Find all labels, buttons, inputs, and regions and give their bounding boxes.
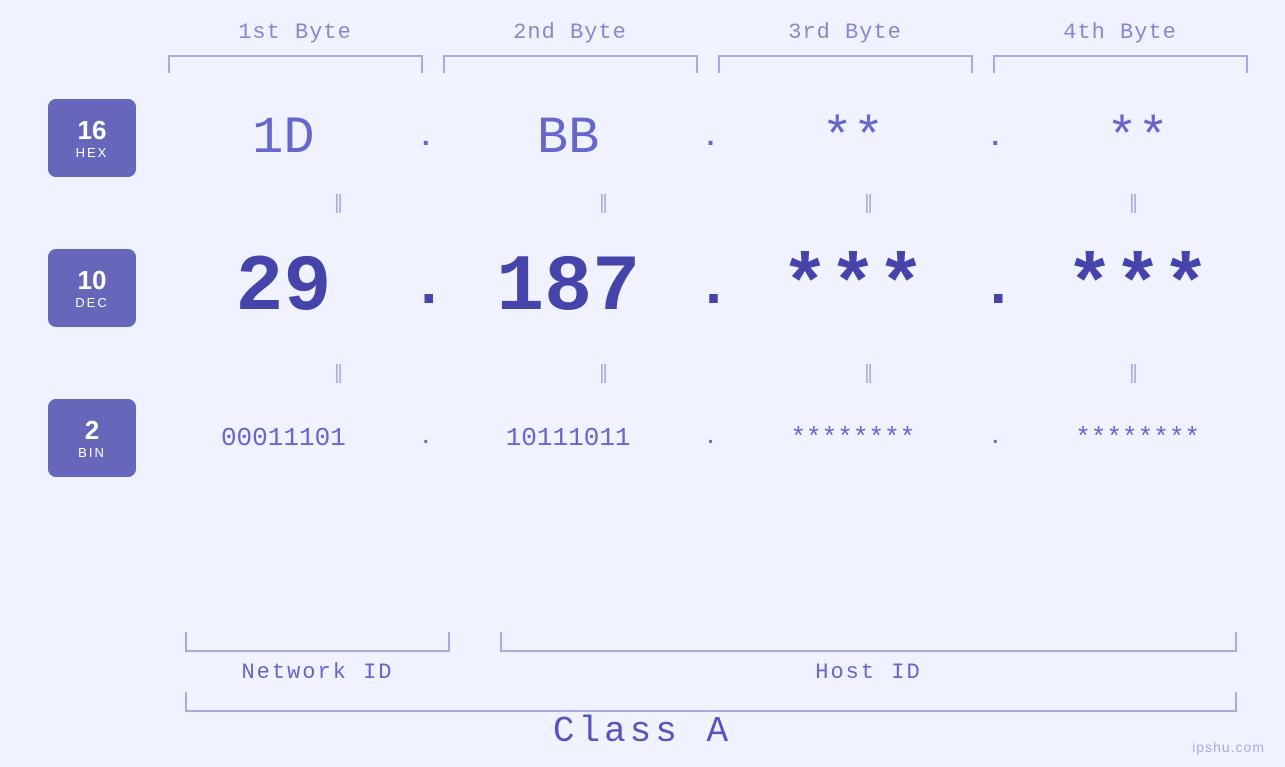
eq-sign: ||	[334, 192, 340, 215]
eq-1-2: ||	[470, 185, 735, 221]
top-bracket-row	[158, 55, 1258, 73]
watermark: ipshu.com	[1192, 739, 1265, 755]
hex-row: 16 HEX 1D . BB . ** . **	[0, 93, 1285, 183]
eq-sign: ||	[334, 362, 340, 385]
hex-val-3: **	[726, 109, 981, 168]
eq-1-1: ||	[205, 185, 470, 221]
dec-values-row: 29 . 187 . *** . ***	[136, 243, 1285, 334]
bracket-byte-4	[993, 55, 1248, 73]
dec-badge: 10 DEC	[48, 249, 136, 327]
bracket-gap	[450, 632, 500, 652]
bin-label: BIN	[78, 445, 106, 460]
host-bracket	[500, 632, 1237, 652]
class-label: Class A	[0, 711, 1285, 752]
equals-row-2: || || || ||	[185, 355, 1285, 391]
bin-values-row: 00011101 . 10111011 . ******** . *******…	[136, 423, 1285, 453]
hex-dot-2: .	[696, 123, 726, 154]
dec-number: 10	[78, 266, 107, 295]
eq-1-3: ||	[735, 185, 1000, 221]
eq-sign: ||	[1129, 192, 1135, 215]
network-id-label: Network ID	[185, 660, 450, 685]
dec-row: 10 DEC 29 . 187 . *** . ***	[0, 223, 1285, 353]
bin-number: 2	[85, 416, 99, 445]
byte-header-3: 3rd Byte	[708, 20, 983, 45]
bin-val-2: 10111011	[441, 423, 696, 453]
eq-2-2: ||	[470, 355, 735, 391]
bin-val-4: ********	[1010, 423, 1265, 453]
bottom-labels-container: Network ID Host ID	[185, 660, 1237, 685]
bracket-byte-2	[443, 55, 698, 73]
hex-badge: 16 HEX	[48, 99, 136, 177]
bin-row: 2 BIN 00011101 . 10111011 . ******** . *…	[0, 393, 1285, 483]
hex-dot-3: .	[980, 123, 1010, 154]
network-bracket	[185, 632, 450, 652]
hex-values-row: 1D . BB . ** . **	[136, 109, 1285, 168]
eq-sign: ||	[1129, 362, 1135, 385]
bracket-byte-3	[718, 55, 973, 73]
outer-bracket	[185, 692, 1237, 712]
dec-val-3: ***	[726, 243, 981, 334]
bin-dot-3: .	[980, 427, 1010, 450]
equals-row-1: || || || ||	[185, 185, 1285, 221]
dec-val-2: 187	[441, 243, 696, 334]
main-container: 1st Byte 2nd Byte 3rd Byte 4th Byte 16 H…	[0, 0, 1285, 767]
bin-val-1: 00011101	[156, 423, 411, 453]
eq-2-1: ||	[205, 355, 470, 391]
bin-badge: 2 BIN	[48, 399, 136, 477]
eq-sign: ||	[864, 192, 870, 215]
dec-val-1: 29	[156, 243, 411, 334]
byte-header-2: 2nd Byte	[433, 20, 708, 45]
hex-label: HEX	[76, 145, 109, 160]
bin-dot-2: .	[696, 427, 726, 450]
dec-dot-2: .	[696, 254, 726, 322]
bracket-byte-1	[168, 55, 423, 73]
byte-headers: 1st Byte 2nd Byte 3rd Byte 4th Byte	[158, 20, 1258, 45]
byte-header-4: 4th Byte	[983, 20, 1258, 45]
hex-number: 16	[78, 116, 107, 145]
bin-val-3: ********	[726, 423, 981, 453]
hex-dot-1: .	[411, 123, 441, 154]
byte-header-1: 1st Byte	[158, 20, 433, 45]
hex-val-4: **	[1010, 109, 1265, 168]
eq-2-3: ||	[735, 355, 1000, 391]
eq-sign: ||	[599, 362, 605, 385]
eq-sign: ||	[864, 362, 870, 385]
bin-dot-1: .	[411, 427, 441, 450]
host-id-label: Host ID	[500, 660, 1237, 685]
hex-val-2: BB	[441, 109, 696, 168]
hex-val-1: 1D	[156, 109, 411, 168]
eq-sign: ||	[599, 192, 605, 215]
bottom-bracket-container	[185, 632, 1237, 652]
dec-dot-3: .	[980, 254, 1010, 322]
dec-label: DEC	[75, 295, 108, 310]
eq-1-4: ||	[1000, 185, 1265, 221]
dec-val-4: ***	[1010, 243, 1265, 334]
dec-dot-1: .	[411, 254, 441, 322]
label-gap	[450, 660, 500, 685]
eq-2-4: ||	[1000, 355, 1265, 391]
